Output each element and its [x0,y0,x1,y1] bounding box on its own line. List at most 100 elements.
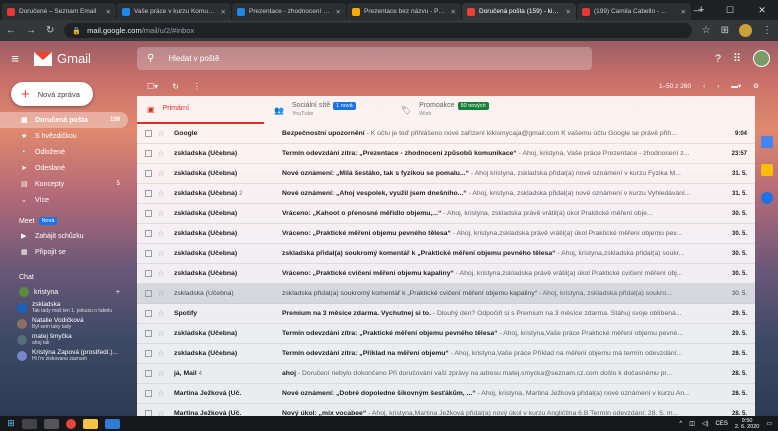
email-row[interactable]: ☆ zskladska (Učebna) Termín odevzdání zítr… [137,324,755,344]
volume-icon[interactable]: ◁) [702,420,709,427]
main-menu-icon[interactable]: ≡ [0,51,30,66]
notifications-icon[interactable]: ▭ [766,420,772,427]
star-icon[interactable]: ☆ [152,389,170,398]
compose-button[interactable]: + Nová zpráva [11,82,93,106]
forward-icon[interactable]: → [26,25,36,36]
category-tab[interactable]: 👥 Sociální sítě 1 nová YouTube [264,96,391,124]
task-view-icon[interactable] [44,418,59,429]
email-checkbox[interactable] [145,190,152,197]
close-window-icon[interactable]: ✕ [746,0,778,20]
browser-tab[interactable]: Vaše práce v kurzu Komunik... ✕ [117,3,231,20]
search-taskbar-icon[interactable] [22,418,37,429]
search-icon[interactable]: ⚲ [147,53,154,64]
search-input[interactable]: ⚲ Hledat v poště [137,47,592,70]
sidebar-item[interactable]: ➤ Odeslané [0,160,128,176]
star-icon[interactable]: ☆ [152,289,170,298]
star-icon[interactable]: ☆ [152,329,170,338]
email-checkbox[interactable] [145,270,152,277]
keep-icon[interactable] [761,164,773,176]
email-row[interactable]: ☆ zskladska (Učebna) Vráceno: „Praktické c… [137,264,755,284]
more-actions-icon[interactable]: ⋮ [193,82,201,91]
email-row[interactable]: ☆ zskladska (Učebna) Vráceno: „Kahoot o př… [137,204,755,224]
back-icon[interactable]: ← [6,25,16,36]
tray-chevron-icon[interactable]: ^ [679,421,682,427]
network-icon[interactable]: ◫ [689,420,695,427]
store-taskbar-icon[interactable] [105,418,120,429]
language-indicator[interactable]: CES [716,421,728,427]
chat-contact[interactable]: zskladska Tak tady máš ten 1. pokusu o ta… [0,300,130,316]
sidebar-item[interactable]: ★ S hvězdičkou [0,128,128,144]
email-checkbox[interactable] [145,170,152,177]
email-row[interactable]: ☆ já, Mail 4 ahoj - Doručení nebylo dokonče… [137,364,755,384]
tab-close-icon[interactable]: ✕ [221,8,226,16]
category-tab[interactable]: ▣ Primární [137,96,264,124]
browser-tab[interactable]: Prezentace - zhodnocení způ... ✕ [232,3,346,20]
email-row[interactable]: ☆ zskladska (Učebna) zskladska přidal(a) s… [137,284,755,304]
email-row[interactable]: ☆ Martina Ježková (Uč. Nové oznámení: „Dob… [137,384,755,404]
reload-icon[interactable]: ↻ [46,25,54,36]
star-icon[interactable]: ☆ [152,169,170,178]
email-checkbox[interactable] [145,330,152,337]
gmail-logo[interactable]: Gmail [34,51,134,66]
add-chat-icon[interactable]: + [116,289,120,296]
star-icon[interactable]: ☆ [152,149,170,158]
bookmark-star-icon[interactable]: ☆ [702,25,711,36]
star-icon[interactable]: ☆ [152,369,170,378]
star-icon[interactable]: ☆ [152,349,170,358]
extensions-icon[interactable]: ⊞ [721,25,729,36]
windows-start-icon[interactable]: ⊞ [0,418,22,429]
sidebar-item[interactable]: ▣ Doručená pošta 159 [0,112,128,128]
chrome-menu-icon[interactable]: ⋮ [762,25,772,36]
browser-tab[interactable]: Doručené – Seznam Email ✕ [2,3,116,20]
email-row[interactable]: ☆ zskladska (Učebna) Nové oznámení: „Milá … [137,164,755,184]
chrome-taskbar-icon[interactable] [66,418,76,429]
category-tab[interactable]: 🏷 Promoakce 50 nových Wish [391,96,518,124]
next-page-icon[interactable]: › [717,83,719,90]
maximize-icon[interactable]: ☐ [714,0,746,20]
select-all-checkbox[interactable]: ☐▾ [147,82,158,91]
email-checkbox[interactable] [145,310,152,317]
sidebar-item[interactable]: ▤ Koncepty 5 [0,176,128,192]
email-row[interactable]: ☆ zskladska (Učebna) zskladska přidal(a) s… [137,244,755,264]
email-row[interactable]: ☆ Spotify Premium na 3 měsíce zdarma. Vych… [137,304,755,324]
star-icon[interactable]: ☆ [152,309,170,318]
clock[interactable]: 9:50 2. 6. 2020 [735,418,759,430]
email-row[interactable]: ☆ zskladska (Učebna) Termín odevzdání zítr… [137,344,755,364]
help-icon[interactable]: ? [715,53,721,65]
browser-tab[interactable]: (199) Camila Cabello - ... ✕ [577,3,691,20]
sidebar-item[interactable]: ⌄ Více [0,192,128,208]
browser-tab[interactable]: Prezentace bez názvu - Prez... ✕ [347,3,461,20]
browser-tab[interactable]: Doručená pošta (159) - kiki... ✕ [462,3,576,20]
chat-contact[interactable]: matej šmyčka ahoj tak [0,332,130,348]
chat-contact[interactable]: Natalie Vodičková Byl sem taky tady [0,316,130,332]
refresh-icon[interactable]: ↻ [172,82,179,91]
prev-page-icon[interactable]: ‹ [703,83,705,90]
explorer-taskbar-icon[interactable] [83,418,98,429]
star-icon[interactable]: ☆ [152,129,170,138]
email-checkbox[interactable] [145,390,152,397]
input-tools-icon[interactable]: ▬▾ [731,82,741,90]
apps-grid-icon[interactable]: ⠿ [733,52,741,65]
account-avatar[interactable] [753,50,770,67]
email-row[interactable]: ☆ Google Bezpečnostní upozornění - K účtu … [137,124,755,144]
email-checkbox[interactable] [145,230,152,237]
star-icon[interactable]: ☆ [152,229,170,238]
meet-item[interactable]: ▦ Připojit se [0,244,128,260]
minimize-icon[interactable]: — [682,0,714,20]
chat-current-user[interactable]: kristyna + [0,284,130,300]
email-row[interactable]: ☆ zskladska (Učebna) 2 Nové oznámení: „Ahoj… [137,184,755,204]
tab-close-icon[interactable]: ✕ [566,8,571,16]
email-checkbox[interactable] [145,370,152,377]
email-row[interactable]: ☆ zskladska (Učebna) Termín odevzdání zítr… [137,144,755,164]
star-icon[interactable]: ☆ [152,189,170,198]
email-row[interactable]: ☆ zskladska (Učebna) Vráceno: „Praktické m… [137,224,755,244]
profile-avatar[interactable] [739,24,752,37]
tab-close-icon[interactable]: ✕ [336,8,341,16]
star-icon[interactable]: ☆ [152,209,170,218]
email-checkbox[interactable] [145,290,152,297]
email-checkbox[interactable] [145,250,152,257]
tasks-icon[interactable] [761,192,773,204]
email-checkbox[interactable] [145,210,152,217]
tab-close-icon[interactable]: ✕ [451,8,456,16]
email-checkbox[interactable] [145,150,152,157]
